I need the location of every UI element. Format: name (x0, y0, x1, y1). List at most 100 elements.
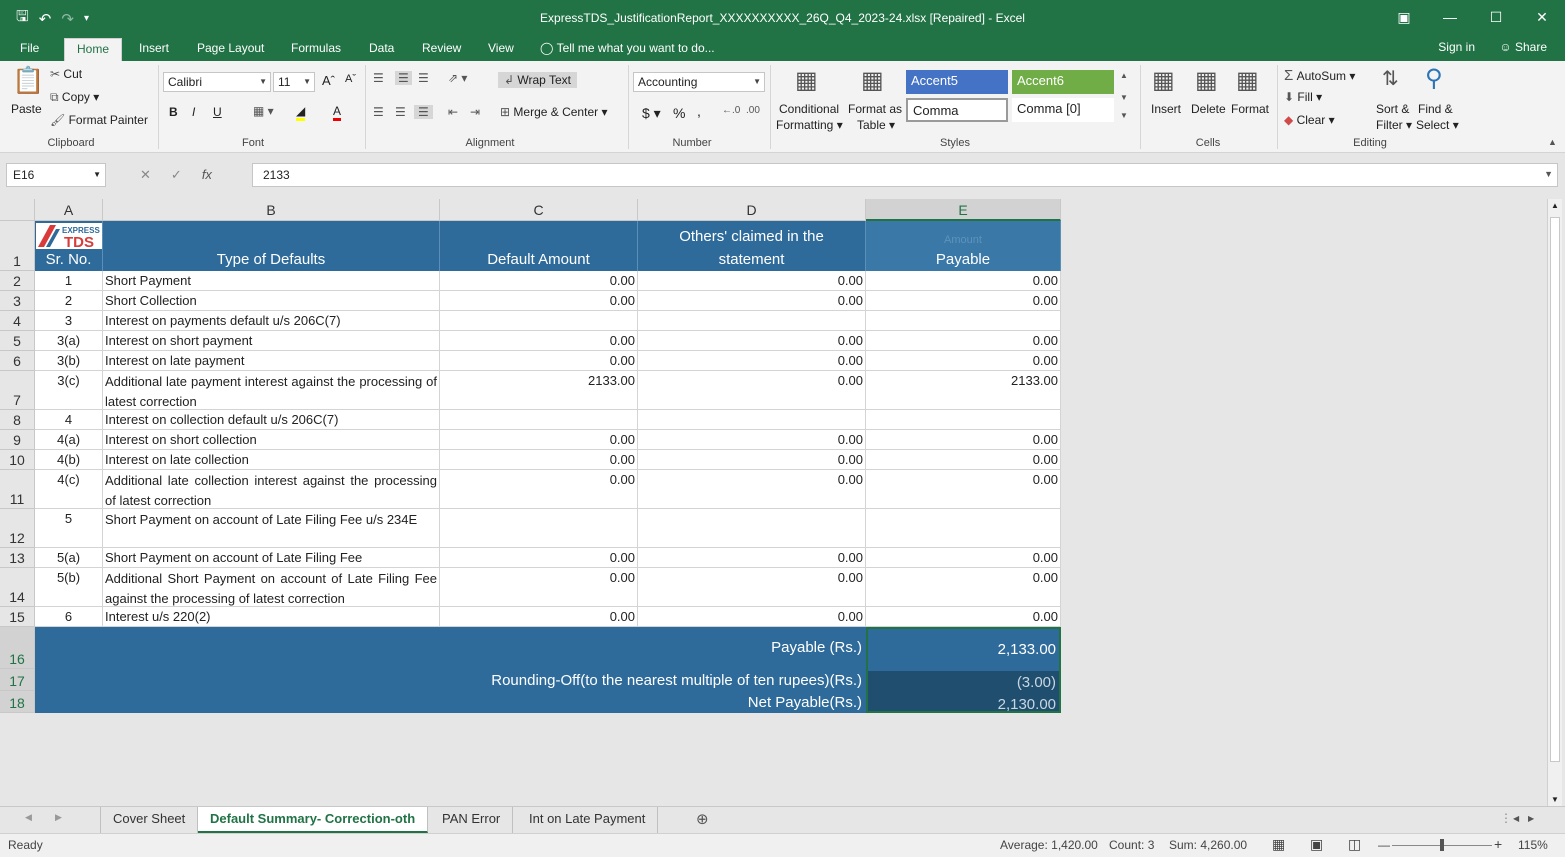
row-header[interactable]: 4 (0, 311, 35, 331)
cell-sr-no[interactable]: 4 (35, 410, 103, 430)
conditional-formatting-icon[interactable]: ▦ (795, 66, 818, 95)
align-middle-icon[interactable]: ☰ (395, 71, 412, 85)
normal-view-icon[interactable]: ▦ (1272, 836, 1285, 853)
tab-review[interactable]: Review (410, 38, 473, 61)
cell-default-amount[interactable] (440, 410, 638, 430)
decrease-font-icon[interactable]: Aˇ (345, 73, 356, 85)
orientation-icon[interactable]: ⇗ ▾ (448, 71, 467, 85)
row-header[interactable]: 13 (0, 548, 35, 568)
row-header[interactable]: 11 (0, 470, 35, 509)
cell-type-of-default[interactable]: Short Payment (103, 271, 440, 291)
cell-others-claimed[interactable] (638, 509, 866, 548)
style-accent5[interactable]: Accent5 (906, 70, 1008, 94)
find-select-button-2[interactable]: Select ▾ (1416, 118, 1459, 132)
align-center-icon[interactable]: ☰ (395, 105, 406, 119)
cell-type-of-default[interactable]: Interest on short collection (103, 430, 440, 450)
rounding-value[interactable]: (3.00) (1017, 674, 1056, 691)
comma-button[interactable]: , (697, 103, 701, 119)
find-select-icon[interactable]: ⚲ (1425, 64, 1443, 93)
format-cells-button[interactable]: Format (1231, 102, 1269, 116)
zoom-slider-thumb[interactable] (1440, 839, 1444, 851)
cell-payable[interactable]: 2133.00 (866, 371, 1061, 410)
sheet-tab-int-late-payment[interactable]: Int on Late Payment (517, 807, 659, 833)
cell-sr-no[interactable]: 4(c) (35, 470, 103, 509)
sheet-tab-default-summary[interactable]: Default Summary- Correction-oth (198, 807, 429, 833)
autosum-button[interactable]: Σ AutoSum ▾ (1284, 67, 1355, 84)
cell-payable[interactable]: 0.00 (866, 291, 1061, 311)
net-payable-value[interactable]: 2,130.00 (998, 696, 1056, 713)
merge-center-button[interactable]: ⊞ Merge & Center ▾ (500, 105, 607, 119)
cell-default-amount[interactable]: 0.00 (440, 450, 638, 470)
next-sheet-icon[interactable]: ▶ (55, 812, 62, 823)
cell-others-claimed[interactable]: 0.00 (638, 371, 866, 410)
row-header[interactable]: 1 (0, 221, 35, 271)
cell-sr-no[interactable]: 4(a) (35, 430, 103, 450)
row-header[interactable]: 2 (0, 271, 35, 291)
cell-others-claimed[interactable]: 0.00 (638, 470, 866, 509)
column-header-d[interactable]: D (638, 199, 866, 221)
tab-page-layout[interactable]: Page Layout (185, 38, 276, 61)
wrap-text-button[interactable]: ↲ Wrap Text (498, 72, 577, 88)
sheet-tab-cover[interactable]: Cover Sheet (100, 807, 199, 833)
cell-default-amount[interactable]: 0.00 (440, 430, 638, 450)
cell-type-of-default[interactable]: Short Payment on account of Late Filing … (103, 509, 440, 548)
font-name-combo[interactable]: Calibri ▼ (163, 72, 271, 92)
cell-payable[interactable]: 0.00 (866, 450, 1061, 470)
cell-default-amount[interactable]: 0.00 (440, 548, 638, 568)
align-bottom-icon[interactable]: ☰ (418, 71, 429, 85)
cell-sr-no[interactable]: 3(a) (35, 331, 103, 351)
cell-others-claimed[interactable]: 0.00 (638, 568, 866, 607)
cell-sr-no[interactable]: 3(c) (35, 371, 103, 410)
cell-sr-no[interactable]: 6 (35, 607, 103, 627)
style-accent6[interactable]: Accent6 (1012, 70, 1114, 94)
sort-filter-button[interactable]: Sort & (1376, 102, 1409, 116)
format-cells-icon[interactable]: ▦ (1236, 66, 1259, 95)
tab-home[interactable]: Home (64, 38, 123, 61)
cell-payable[interactable]: 0.00 (866, 568, 1061, 607)
tab-file[interactable]: File (8, 38, 51, 61)
hscroll-left-icon[interactable]: ◀ (1513, 814, 1519, 823)
ribbon-display-icon[interactable]: ▣ (1381, 0, 1427, 34)
insert-cells-icon[interactable]: ▦ (1152, 66, 1175, 95)
cell-others-claimed[interactable] (638, 311, 866, 331)
cell-others-claimed[interactable]: 0.00 (638, 351, 866, 371)
cell-others-claimed[interactable]: 0.00 (638, 291, 866, 311)
row-header[interactable]: 9 (0, 430, 35, 450)
row-header[interactable]: 14 (0, 568, 35, 607)
borders-icon[interactable]: ▦ ▾ (253, 104, 274, 118)
cut-button[interactable]: ✂ Cut (50, 67, 82, 81)
name-box[interactable]: E16 ▼ (6, 163, 106, 187)
cell-type-of-default[interactable]: Additional late collection interest agai… (103, 470, 440, 509)
payable-value[interactable]: 2,133.00 (998, 641, 1056, 658)
paste-button[interactable]: Paste (11, 102, 42, 116)
cell-others-claimed[interactable]: 0.00 (638, 607, 866, 627)
number-format-combo[interactable]: Accounting ▼ (633, 72, 765, 92)
cell-payable[interactable]: 0.00 (866, 430, 1061, 450)
cell-type-of-default[interactable]: Additional late payment interest against… (103, 371, 440, 410)
row-header[interactable]: 16 (0, 627, 35, 669)
copy-button[interactable]: ⧉ Copy ▾ (50, 90, 99, 105)
underline-button[interactable]: U (213, 105, 222, 119)
conditional-formatting-button[interactable]: Conditional (779, 102, 839, 116)
row-header[interactable]: 10 (0, 450, 35, 470)
row-header[interactable]: 18 (0, 691, 35, 713)
bold-button[interactable]: B (169, 105, 178, 119)
expand-formula-icon[interactable]: ▼ (1544, 169, 1553, 179)
styles-more-icon[interactable]: ▼ (1120, 111, 1128, 120)
cell-sr-no[interactable]: 5(a) (35, 548, 103, 568)
cell-others-claimed[interactable] (638, 410, 866, 430)
tab-formulas[interactable]: Formulas (279, 38, 353, 61)
sheet-tab-pan-error[interactable]: PAN Error (430, 807, 514, 833)
summary-values[interactable]: 2,133.00 (3.00) 2,130.00 (866, 627, 1061, 713)
scroll-thumb[interactable] (1550, 217, 1560, 762)
collapse-ribbon-icon[interactable]: ▲ (1548, 137, 1557, 147)
cell-others-claimed[interactable]: 0.00 (638, 331, 866, 351)
format-as-table-button-2[interactable]: Table ▾ (857, 118, 895, 132)
row-header[interactable]: 15 (0, 607, 35, 627)
cell-type-of-default[interactable]: Additional Short Payment on account of L… (103, 568, 440, 607)
percent-button[interactable]: % (673, 105, 685, 121)
style-comma0[interactable]: Comma [0] (1012, 98, 1114, 122)
font-color-icon[interactable]: A (333, 104, 342, 121)
zoom-out-icon[interactable]: — (1378, 838, 1390, 852)
cell-type-of-default[interactable]: Interest on late collection (103, 450, 440, 470)
